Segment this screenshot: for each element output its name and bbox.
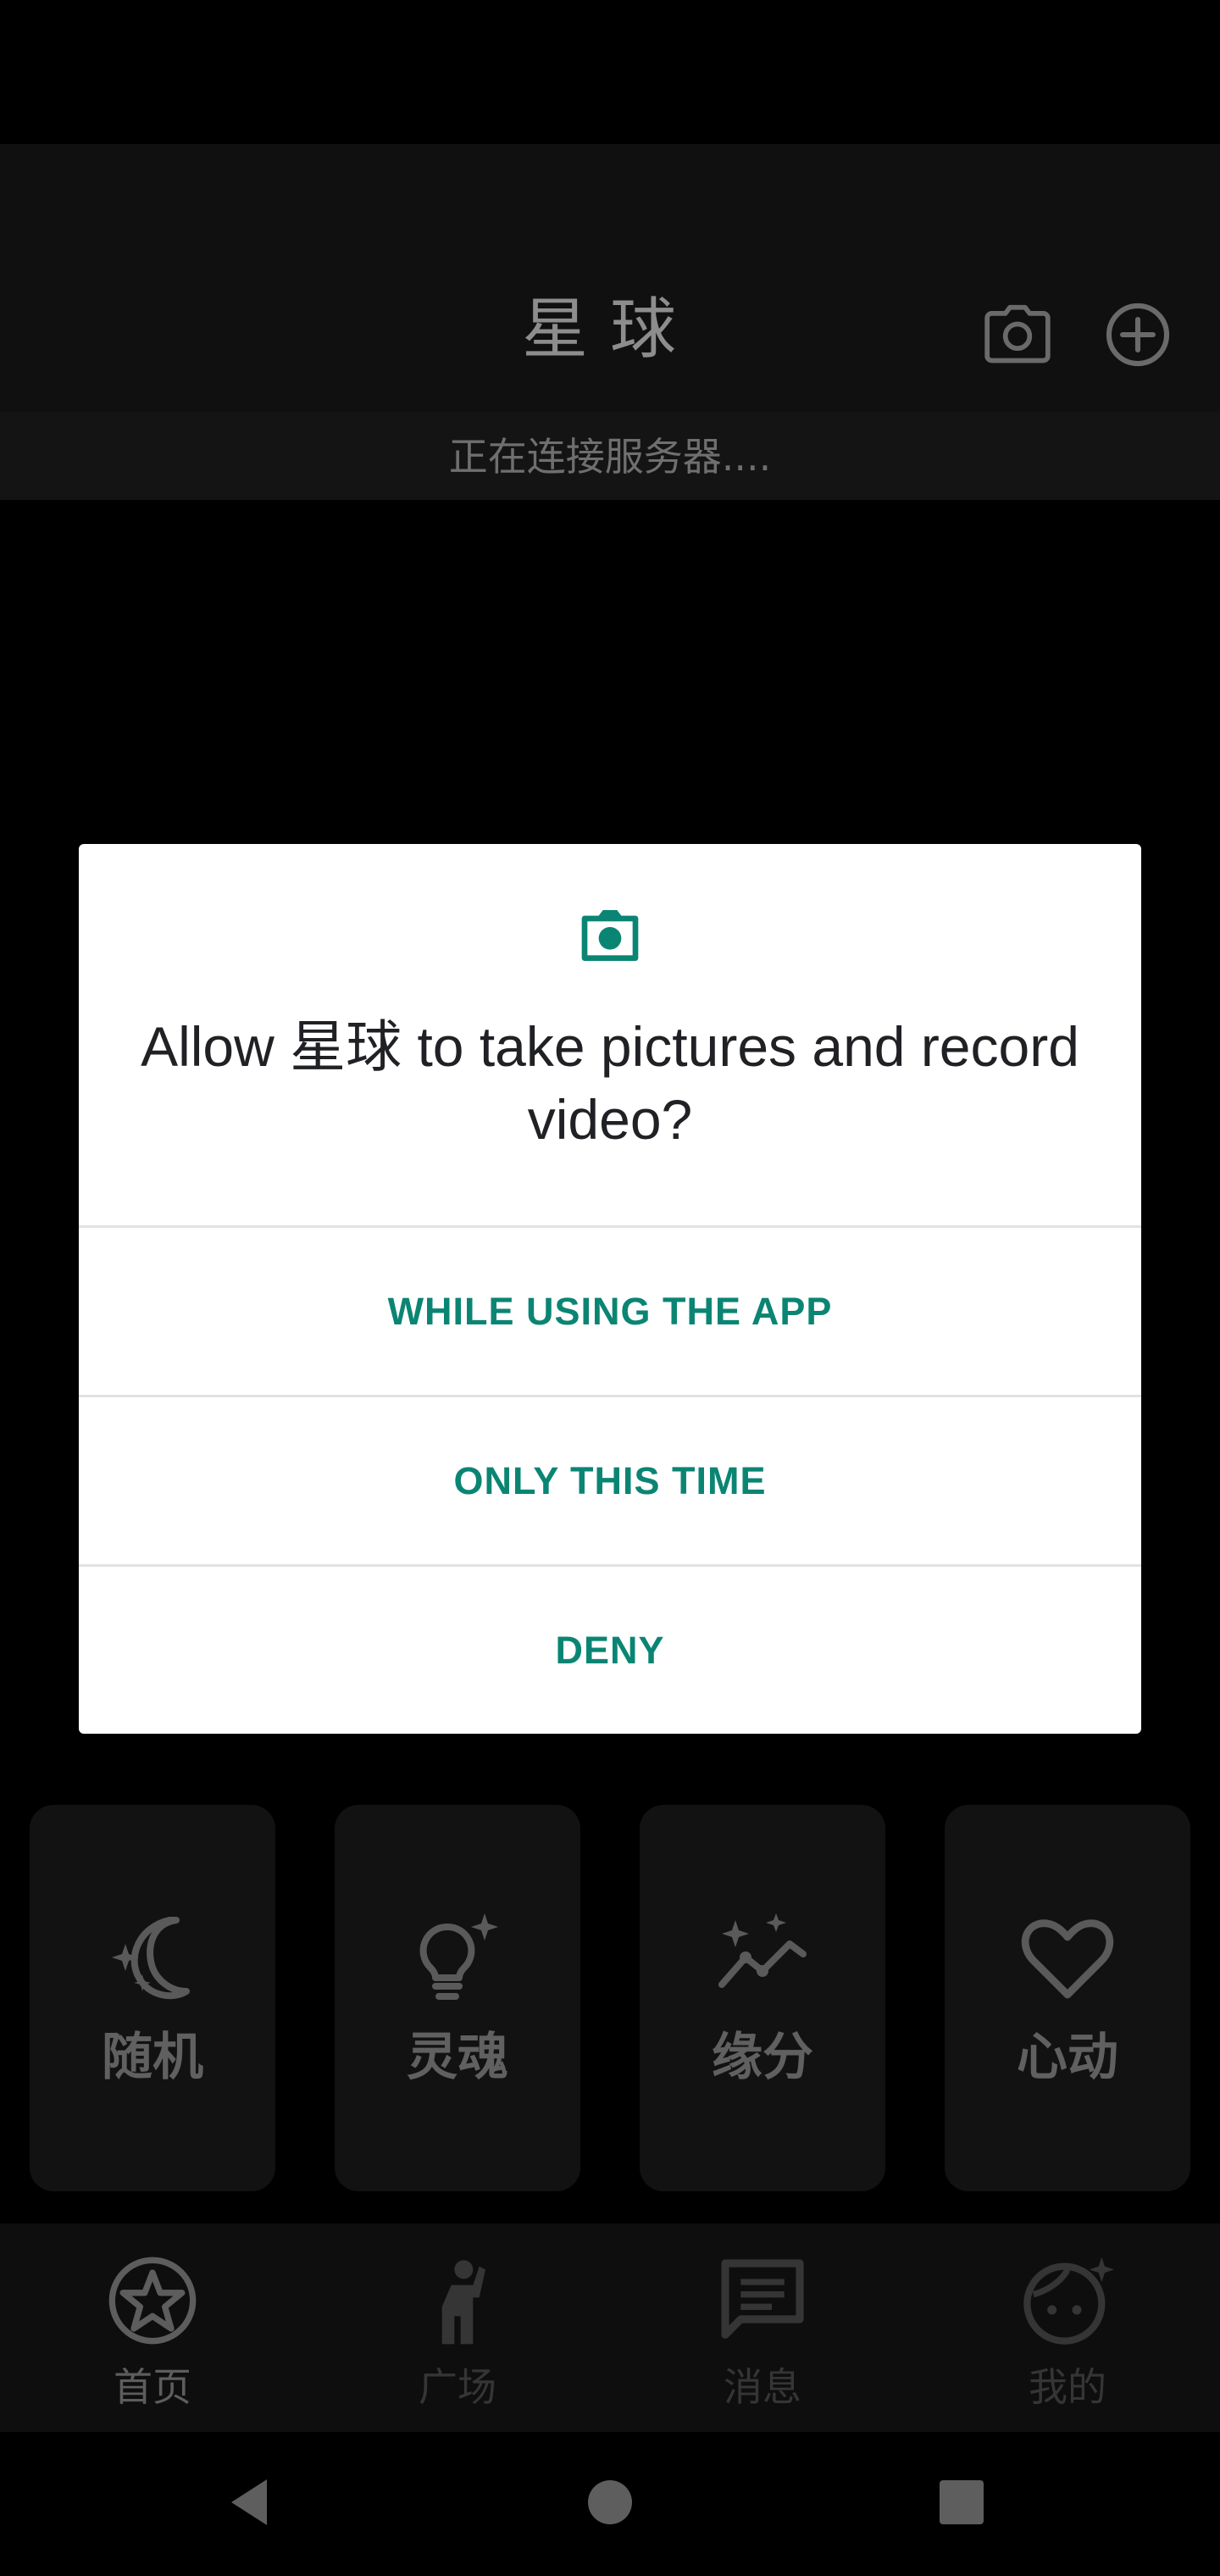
feature-label: 心动 [1017, 2028, 1118, 2087]
connection-banner: 正在连接服务器.... [0, 412, 1220, 500]
heart-icon [1017, 1907, 1118, 2008]
feature-label: 灵魂 [407, 2028, 508, 2087]
deny-button[interactable]: DENY [79, 1567, 1141, 1734]
nav-label: 我的 [1029, 2364, 1106, 2410]
nav-label: 消息 [724, 2364, 801, 2410]
system-nav-bar [0, 2432, 1220, 2576]
feature-row: 随机 灵魂 缘分 心动 [0, 1805, 1220, 2195]
nav-item-profile[interactable]: 我的 [915, 2223, 1220, 2432]
home-icon[interactable] [580, 2473, 640, 2532]
nav-label: 首页 [114, 2364, 191, 2410]
permission-dialog: Allow 星球 to take pictures and record vid… [79, 844, 1141, 1734]
moon-sparkle-icon [102, 1907, 203, 2008]
app-header: 星球 [0, 144, 1220, 412]
trend-sparkle-icon [712, 1907, 813, 2008]
add-circle-icon[interactable] [1101, 298, 1174, 371]
feature-card-soul[interactable]: 灵魂 [335, 1805, 580, 2191]
feature-label: 随机 [102, 2028, 203, 2087]
nav-item-home[interactable]: 首页 [0, 2223, 305, 2432]
nav-item-messages[interactable]: 消息 [610, 2223, 915, 2432]
feature-label: 缘分 [712, 2028, 813, 2087]
status-bar [0, 0, 1220, 144]
dialog-title: Allow 星球 to take pictures and record vid… [141, 1015, 1079, 1151]
message-icon [716, 2254, 809, 2347]
feature-card-heartbeat[interactable]: 心动 [945, 1805, 1190, 2191]
person-wave-icon [411, 2254, 504, 2347]
only-this-time-button[interactable]: ONLY THIS TIME [79, 1397, 1141, 1564]
feature-card-random[interactable]: 随机 [30, 1805, 275, 2191]
while-using-app-button[interactable]: WHILE USING THE APP [79, 1228, 1141, 1395]
camera-icon [576, 902, 644, 969]
back-icon[interactable] [223, 2473, 282, 2532]
feature-card-fate[interactable]: 缘分 [640, 1805, 885, 2191]
camera-icon[interactable] [981, 298, 1054, 371]
star-circle-icon [106, 2254, 199, 2347]
lightbulb-sparkle-icon [407, 1907, 508, 2008]
recents-icon[interactable] [932, 2473, 991, 2532]
face-icon [1021, 2254, 1114, 2347]
nav-item-square[interactable]: 广场 [305, 2223, 610, 2432]
bottom-nav: 首页 广场 消息 我的 [0, 2223, 1220, 2432]
connection-status: 正在连接服务器.... [448, 434, 772, 480]
nav-label: 广场 [419, 2364, 496, 2410]
